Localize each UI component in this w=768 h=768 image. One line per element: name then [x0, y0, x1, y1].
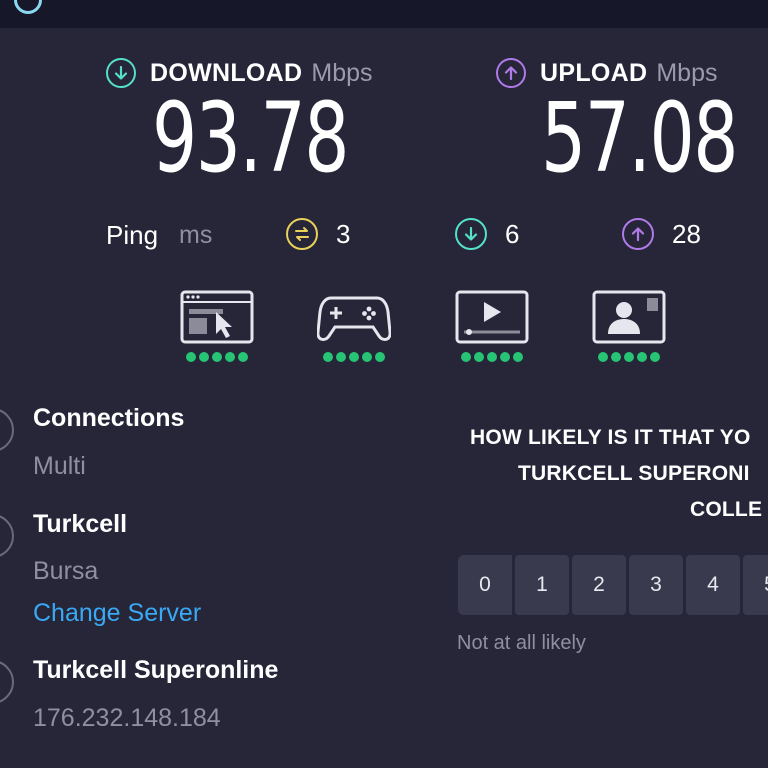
ping-idle[interactable]: 3	[286, 218, 350, 250]
scale-option-2[interactable]: 2	[572, 555, 626, 615]
ping-idle-icon	[286, 218, 318, 250]
server-location: Bursa	[33, 557, 99, 585]
scale-option-5[interactable]: 5	[743, 555, 768, 615]
scale-option-4[interactable]: 4	[686, 555, 740, 615]
ping-idle-value: 3	[336, 218, 351, 249]
gaming-tile[interactable]	[317, 290, 391, 362]
video-call-rating	[592, 352, 666, 362]
download-speed-value: 93.78	[152, 82, 349, 194]
ping-upload-value: 28	[672, 218, 701, 249]
survey-question-line-1: HOW LIKELY IS IT THAT YO	[470, 426, 751, 449]
survey-question-line-2: TURKCELL SUPERONI	[518, 462, 750, 485]
provider-ip: 176.232.148.184	[33, 704, 221, 732]
ping-row: Ping ms 3 6 28	[0, 216, 768, 256]
ping-unit: ms	[179, 221, 213, 249]
video-call-tile[interactable]	[592, 290, 666, 362]
provider-icon	[0, 660, 14, 704]
ping-upload[interactable]: 28	[622, 218, 701, 250]
scale-low-label: Not at all likely	[457, 632, 586, 654]
arrow-up-circle-icon	[496, 58, 526, 88]
survey-question-line-3: COLLE	[690, 498, 763, 521]
server-name: Turkcell	[33, 510, 128, 538]
web-browsing-icon	[180, 290, 254, 344]
ping-label: Ping	[106, 220, 159, 250]
video-call-icon	[592, 290, 666, 344]
web-browsing-tile[interactable]	[180, 290, 254, 362]
provider-name: Turkcell Superonline	[33, 656, 279, 684]
likelihood-scale: 0 1 2 3 4 5	[458, 555, 768, 615]
video-streaming-rating	[455, 352, 529, 362]
ping-download-value: 6	[505, 218, 520, 249]
scale-option-1[interactable]: 1	[515, 555, 569, 615]
ping-download-icon	[455, 218, 487, 250]
change-server-link[interactable]: Change Server	[33, 599, 201, 628]
connections-title: Connections	[33, 404, 185, 432]
gaming-icon	[317, 296, 391, 341]
web-browsing-rating	[180, 352, 254, 362]
ping-download[interactable]: 6	[455, 218, 519, 250]
scale-option-3[interactable]: 3	[629, 555, 683, 615]
server-icon	[0, 514, 14, 558]
top-bar	[0, 0, 768, 28]
speedtest-logo-icon[interactable]	[14, 0, 42, 14]
upload-speed-value: 57.08	[541, 82, 738, 194]
connections-value: Multi	[33, 452, 86, 480]
arrow-down-circle-icon	[106, 58, 136, 88]
video-streaming-icon	[455, 290, 529, 344]
scale-option-0[interactable]: 0	[458, 555, 512, 615]
gaming-rating	[317, 352, 391, 362]
ping-upload-icon	[622, 218, 654, 250]
connections-icon[interactable]	[0, 408, 14, 452]
video-streaming-tile[interactable]	[455, 290, 529, 362]
